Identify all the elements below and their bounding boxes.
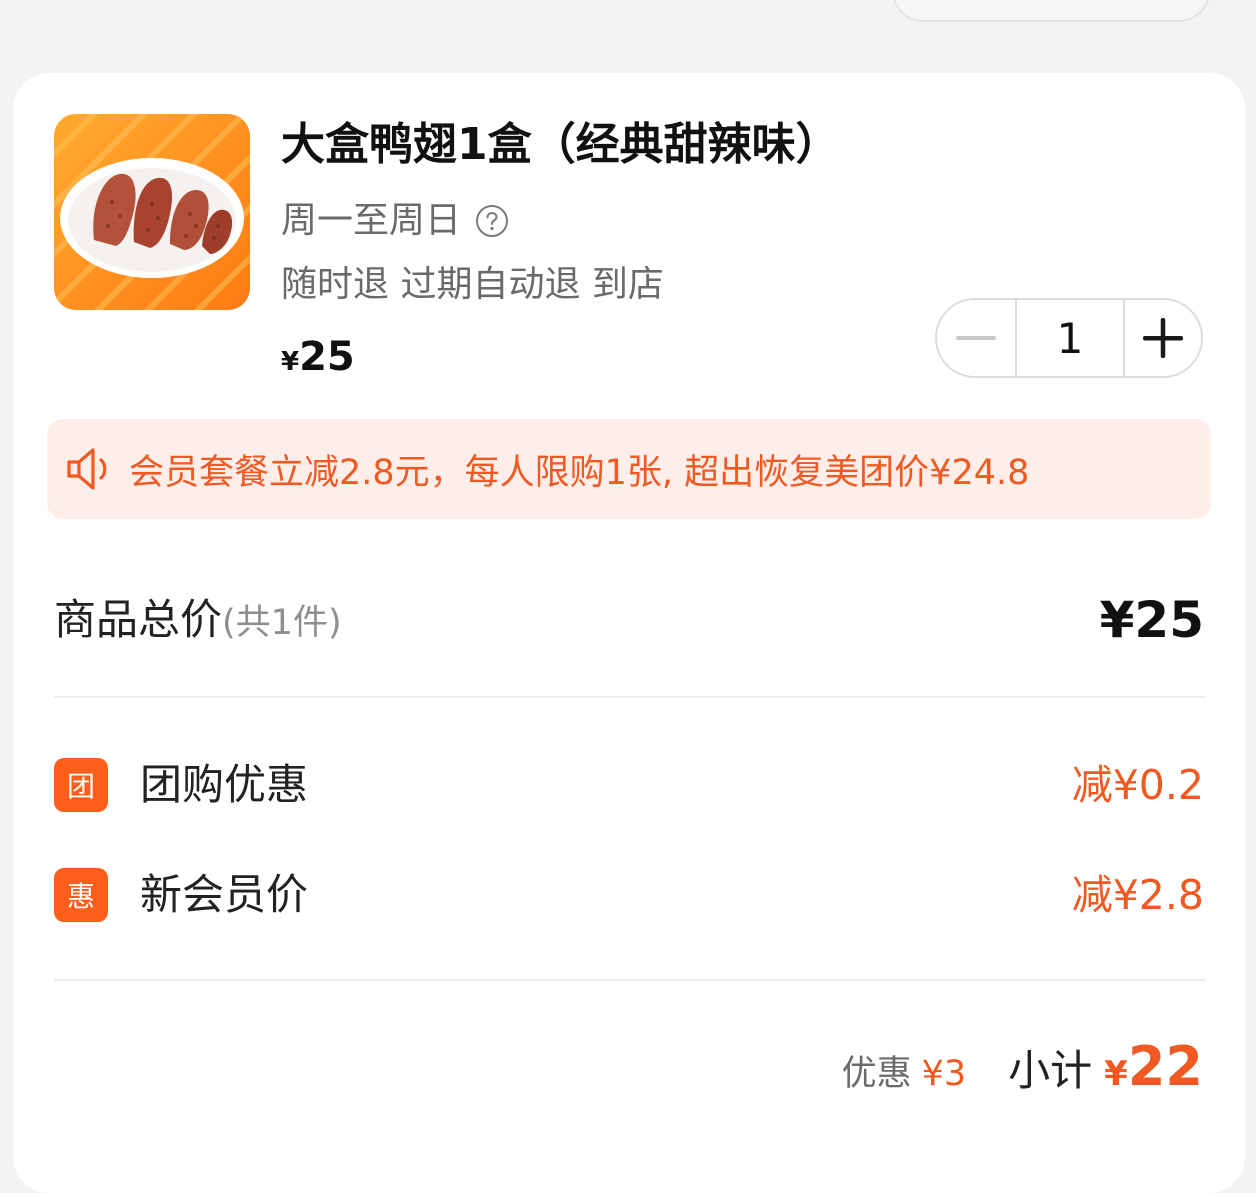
decrease-button[interactable] — [937, 300, 1015, 376]
plus-icon — [1143, 318, 1183, 358]
quantity-stepper[interactable]: 1 — [935, 298, 1203, 378]
discount-name: 新会员价 — [140, 870, 309, 919]
divider — [54, 696, 1205, 698]
subtotal-value: 22 — [1127, 1035, 1203, 1098]
promo-text: 会员套餐立减2.8元，每人限购1张, 超出恢复美团价¥24.8 — [129, 452, 1030, 493]
discount-name: 团购优惠 — [140, 760, 309, 809]
top-partial-button[interactable] — [892, 0, 1210, 22]
goods-total-text: 商品总价 — [54, 595, 223, 644]
product-image[interactable] — [54, 114, 250, 310]
order-summary: 优惠 ¥3 小计 ¥22 — [842, 1035, 1203, 1105]
quantity-value[interactable]: 1 — [1015, 300, 1125, 376]
availability-text: 周一至周日 — [281, 200, 462, 241]
product-availability: 周一至周日 — [281, 197, 509, 245]
duck-wings-photo-icon — [54, 114, 250, 310]
goods-total-label: 商品总价(共1件) — [54, 588, 342, 655]
goods-total-row: 商品总价(共1件) ¥25 — [54, 588, 1204, 652]
price-currency: ¥ — [281, 347, 300, 377]
member-discount-badge-icon: 惠 — [54, 868, 108, 922]
product-price: ¥25 — [281, 329, 355, 393]
speaker-icon — [67, 448, 107, 490]
product-policies: 随时退 过期自动退 到店 — [281, 264, 664, 305]
discount-row-new-member: 惠 新会员价 减¥2.8 — [54, 865, 1204, 925]
discount-value: 减¥0.2 — [1071, 761, 1204, 809]
group-buy-badge-icon: 团 — [54, 758, 108, 812]
discount-value: 减¥2.8 — [1071, 871, 1204, 919]
question-circle-icon[interactable] — [475, 204, 509, 238]
order-card: 大盒鸭翅1盒（经典甜辣味） 周一至周日 随时退 过期自动退 到店 ¥25 1 会… — [13, 73, 1245, 1193]
increase-button[interactable] — [1125, 300, 1201, 376]
divider — [54, 979, 1205, 981]
discount-total-value: ¥3 — [921, 1054, 967, 1094]
subtotal-currency: ¥ — [1104, 1054, 1128, 1094]
product-title: 大盒鸭翅1盒（经典甜辣味） — [281, 119, 840, 170]
goods-count: (共1件) — [222, 603, 342, 643]
subtotal-label: 小计 — [1008, 1046, 1093, 1095]
price-amount: 25 — [299, 334, 355, 380]
discount-total-label: 优惠 — [841, 1054, 912, 1094]
discount-row-group-buy: 团 团购优惠 减¥0.2 — [54, 755, 1204, 815]
promo-banner: 会员套餐立减2.8元，每人限购1张, 超出恢复美团价¥24.8 — [47, 419, 1211, 519]
goods-total-value: ¥25 — [1099, 591, 1204, 649]
minus-icon — [956, 336, 996, 340]
